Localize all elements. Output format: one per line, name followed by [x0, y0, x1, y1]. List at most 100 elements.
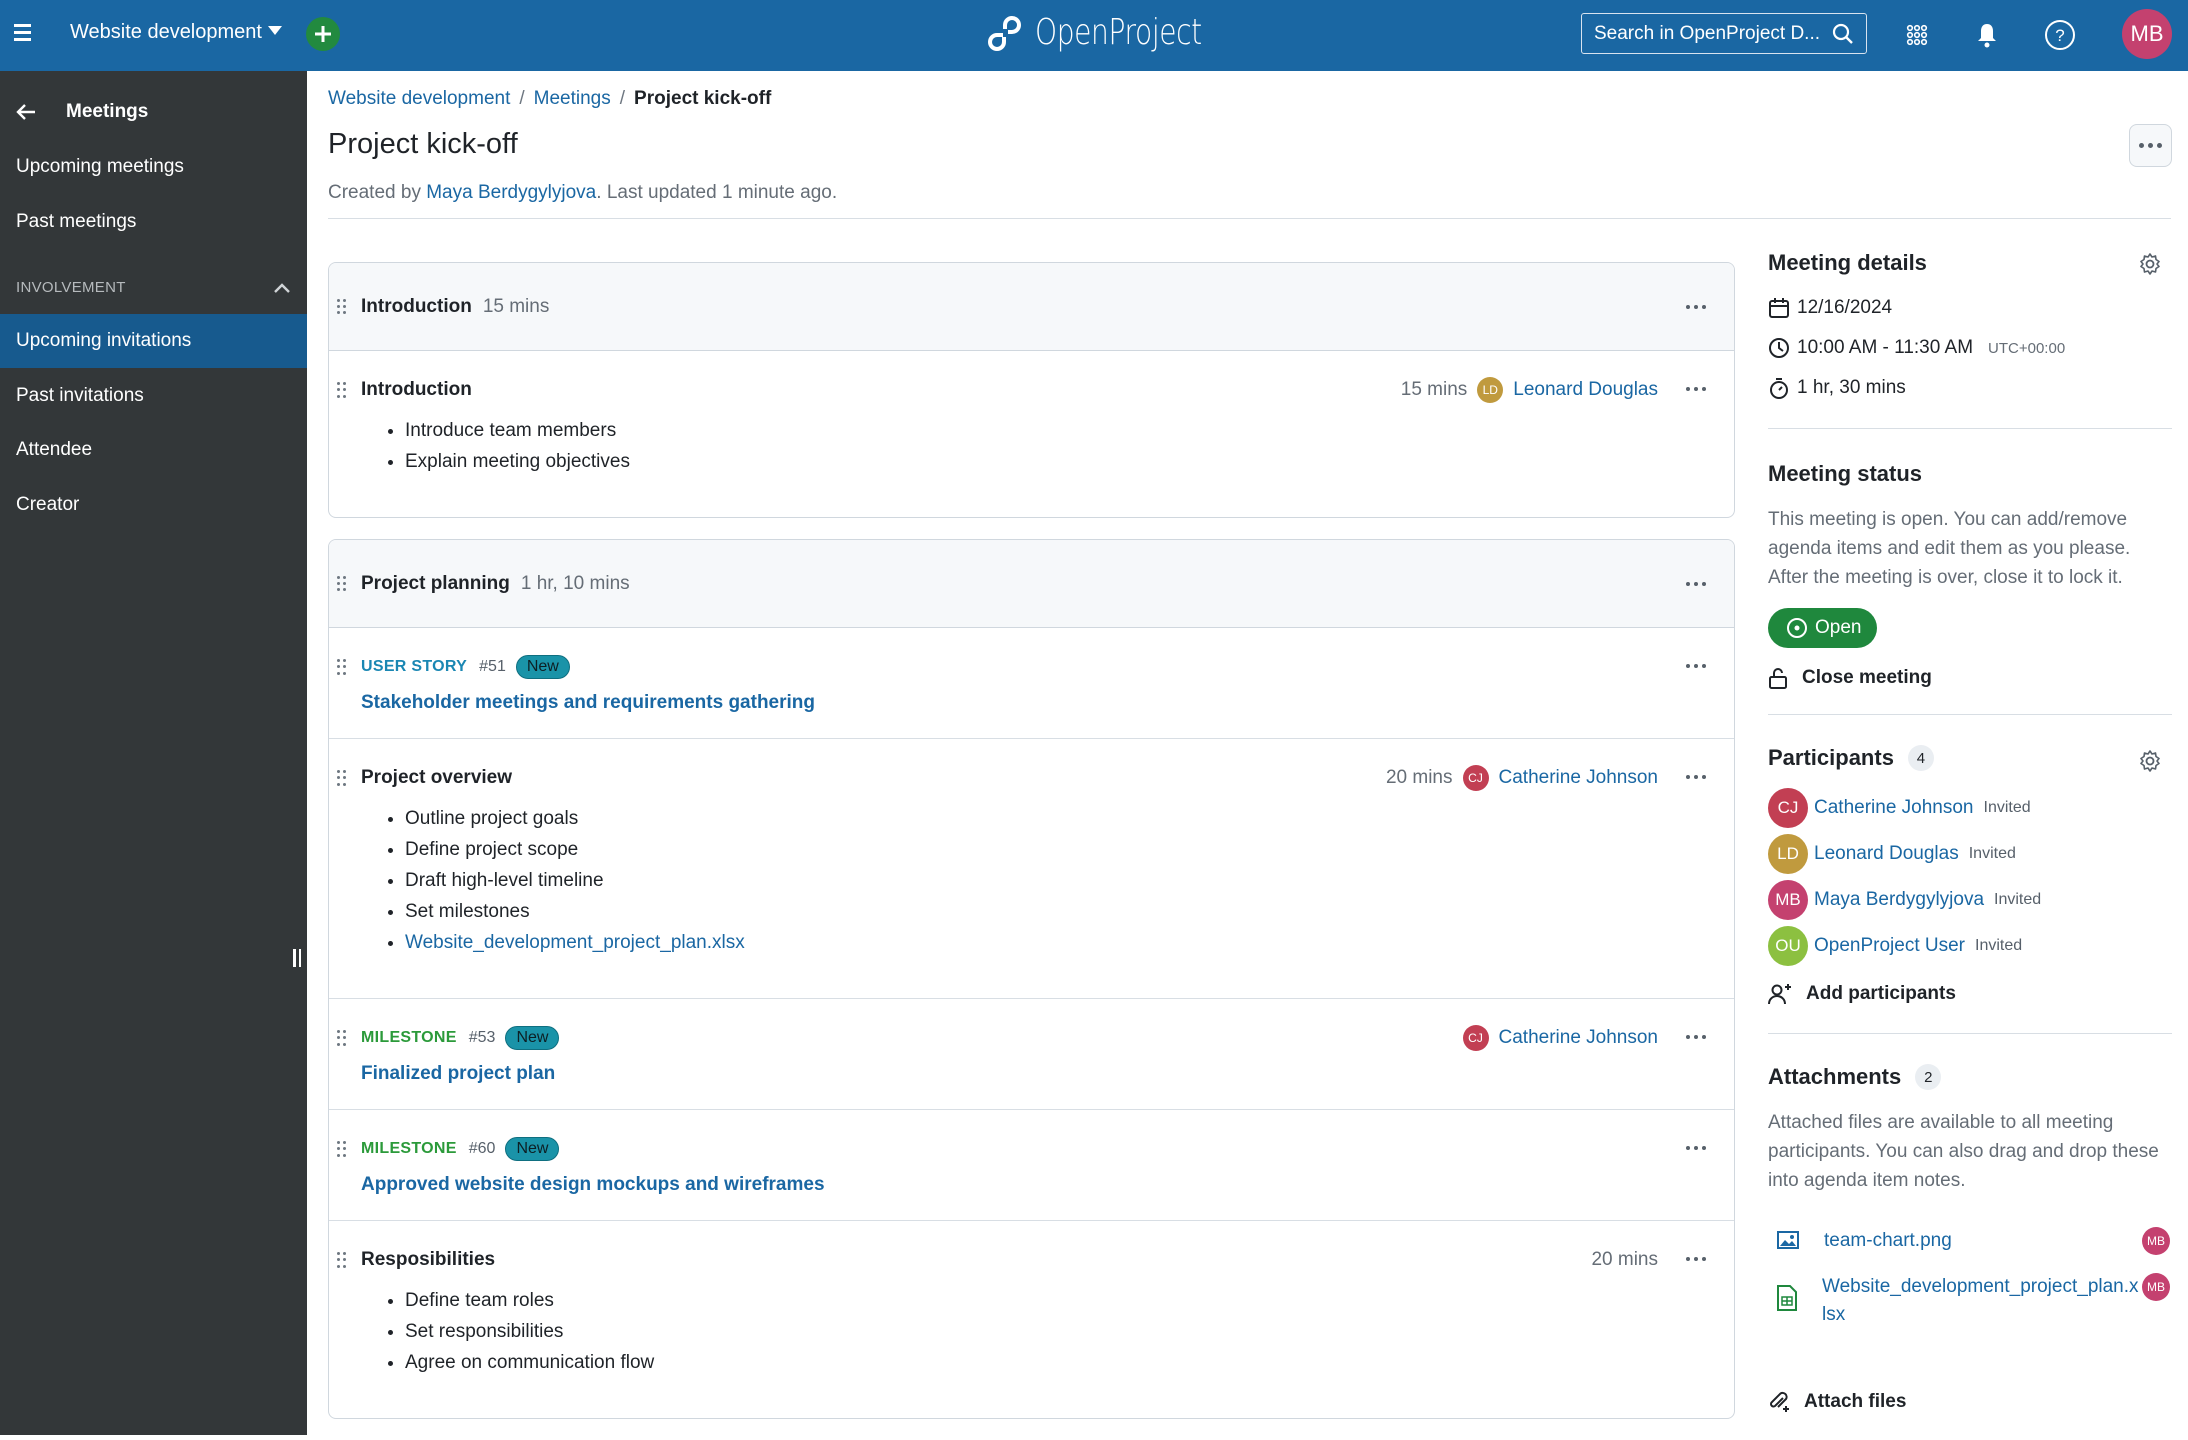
wp-subject-link[interactable]: Finalized project plan [361, 1063, 1734, 1109]
drag-handle-icon[interactable] [337, 382, 349, 398]
participant-name-link[interactable]: Catherine Johnson [1814, 797, 1974, 819]
open-status-button[interactable]: Open [1768, 608, 1878, 648]
open-status-icon [1787, 618, 1807, 638]
participant-status: Invited [1994, 891, 2042, 908]
chevron-up-icon[interactable] [273, 282, 291, 294]
participant-status: Invited [1975, 937, 2023, 954]
sidebar-item-past-meetings[interactable]: Past meetings [0, 195, 307, 249]
project-selector[interactable]: Website development [70, 21, 282, 44]
participant-name-link[interactable]: Maya Berdygylyjova [1814, 889, 1984, 911]
logo-mark-icon [988, 15, 1021, 51]
item-menu-button[interactable] [1686, 775, 1706, 779]
sidebar-resize-handle[interactable] [293, 949, 301, 969]
search-placeholder: Search in OpenProject D... [1594, 22, 1820, 44]
breadcrumb-meetings[interactable]: Meetings [534, 88, 611, 110]
help-icon[interactable]: ? [2043, 18, 2077, 52]
plus-icon [315, 26, 331, 42]
meta-author-link[interactable]: Maya Berdygylyjova [426, 182, 596, 203]
drag-handle-icon[interactable] [337, 1252, 349, 1268]
agenda: Introduction 15 mins Introduction 15 min… [328, 262, 1735, 1440]
presenter-link[interactable]: Catherine Johnson [1499, 767, 1659, 789]
hamburger-icon[interactable] [14, 24, 36, 46]
attachment-link[interactable]: team-chart.png [1824, 1227, 2144, 1255]
section-label: INVOLVEMENT [16, 279, 126, 296]
item-duration: 20 mins [1591, 1249, 1658, 1270]
drag-handle-icon[interactable] [337, 1030, 349, 1046]
breadcrumb-project[interactable]: Website development [328, 88, 510, 110]
participant-name-link[interactable]: OpenProject User [1814, 935, 1965, 957]
meeting-status: Meeting status This meeting is open. You… [1768, 429, 2172, 715]
openproject-logo[interactable]: OpenProject [985, 12, 1249, 53]
presenter-avatar: CJ [1462, 765, 1489, 791]
sidebar-section-involvement[interactable]: INVOLVEMENT [16, 279, 291, 296]
drag-handle-icon[interactable] [337, 659, 349, 675]
sidebar-item-upcoming-invitations[interactable]: Upcoming invitations [0, 314, 307, 368]
item-menu-button[interactable] [1686, 664, 1706, 668]
gear-icon[interactable] [2138, 749, 2162, 773]
page-meta: Created by Maya Berdygylyjova. Last upda… [328, 182, 837, 204]
item-menu-button[interactable] [1686, 387, 1706, 391]
status-badge: New [505, 1137, 560, 1161]
avatar: MB [1768, 880, 1808, 920]
sidebar-item-attendee[interactable]: Attendee [0, 423, 307, 477]
add-participants-button[interactable]: Add participants [1768, 983, 2172, 1005]
sidebar-item-creator[interactable]: Creator [0, 478, 307, 532]
note-bullet: Explain meeting objectives [405, 446, 1734, 477]
wp-subject-link[interactable]: Stakeholder meetings and requirements ga… [361, 692, 1734, 738]
presenter-avatar: LD [1477, 377, 1504, 403]
close-meeting-button[interactable]: Close meeting [1768, 666, 2172, 690]
attachments-count: 2 [1915, 1064, 1942, 1090]
grid-icon[interactable] [1900, 18, 1934, 52]
meeting-sidebar: Meeting details 12/16/2024 10:00 AM - 11… [1768, 246, 2172, 1413]
details-title: Meeting details [1768, 250, 2172, 276]
section-title: Project planning [361, 572, 510, 594]
meeting-details: Meeting details 12/16/2024 10:00 AM - 11… [1768, 246, 2172, 429]
status-badge: New [505, 1026, 560, 1050]
note-attachment-link[interactable]: Website_development_project_plan.xlsx [405, 932, 745, 953]
breadcrumb: Website development / Meetings / Project… [328, 88, 771, 110]
participants-count: 4 [1907, 745, 1934, 771]
attachment-row: Website_development_project_plan.xlsx MB [1768, 1273, 2172, 1329]
search-icon[interactable] [1832, 23, 1854, 45]
global-search-input[interactable]: Search in OpenProject D... [1581, 13, 1867, 54]
participant-row: CJ Catherine Johnson Invited [1768, 785, 2172, 831]
drag-handle-icon[interactable] [337, 1141, 349, 1157]
agenda-item: Resposibilities 20 mins Define team role… [329, 1221, 1734, 1418]
wp-subject-link[interactable]: Approved website design mockups and wire… [361, 1174, 1734, 1220]
meeting-duration: 1 hr, 30 mins [1768, 368, 2172, 408]
drag-handle-icon[interactable] [337, 298, 349, 315]
status-description: This meeting is open. You can add/remove… [1768, 509, 2131, 588]
user-avatar[interactable]: MB [2122, 9, 2172, 59]
item-menu-button[interactable] [1686, 1146, 1706, 1150]
spreadsheet-file-icon [1777, 1285, 1797, 1311]
back-arrow-icon[interactable] [16, 103, 36, 121]
sidebar-item-past-invitations[interactable]: Past invitations [0, 369, 307, 423]
participant-row: MB Maya Berdygylyjova Invited [1768, 877, 2172, 923]
bell-icon[interactable] [1970, 18, 2004, 52]
wp-id: #53 [468, 1029, 496, 1046]
timezone-text: UTC+00:00 [1988, 339, 2066, 357]
drag-handle-icon[interactable] [337, 770, 349, 786]
attach-files-button[interactable]: Attach files [1768, 1391, 2172, 1413]
item-title: Resposibilities [361, 1249, 496, 1270]
presenter-link[interactable]: Leonard Douglas [1513, 379, 1658, 401]
agenda-section: Introduction 15 mins Introduction 15 min… [328, 262, 1735, 518]
drag-handle-icon[interactable] [337, 575, 349, 592]
item-menu-button[interactable] [1686, 1257, 1706, 1261]
attachment-link[interactable]: Website_development_project_plan.xlsx [1822, 1273, 2142, 1329]
section-menu-button[interactable] [1686, 304, 1706, 309]
participant-name-link[interactable]: Leonard Douglas [1814, 843, 1959, 865]
uploader-avatar: MB [2142, 1273, 2170, 1301]
section-menu-button[interactable] [1686, 581, 1706, 586]
section-header: Introduction 15 mins [329, 263, 1734, 351]
presenter-link[interactable]: Catherine Johnson [1499, 1027, 1659, 1049]
avatar: LD [1768, 834, 1808, 874]
item-menu-button[interactable] [1686, 1035, 1706, 1039]
gear-icon[interactable] [2138, 252, 2162, 276]
svg-text:?: ? [2055, 26, 2064, 45]
add-button[interactable] [306, 17, 340, 51]
agenda-section: Project planning 1 hr, 10 mins USER STOR… [328, 539, 1735, 1419]
page-actions-menu-button[interactable] [2129, 124, 2172, 167]
agenda-item-workpackage: MILESTONE #53 New CJ Catherine Johnson F… [329, 999, 1734, 1110]
sidebar-item-upcoming-meetings[interactable]: Upcoming meetings [0, 140, 307, 194]
